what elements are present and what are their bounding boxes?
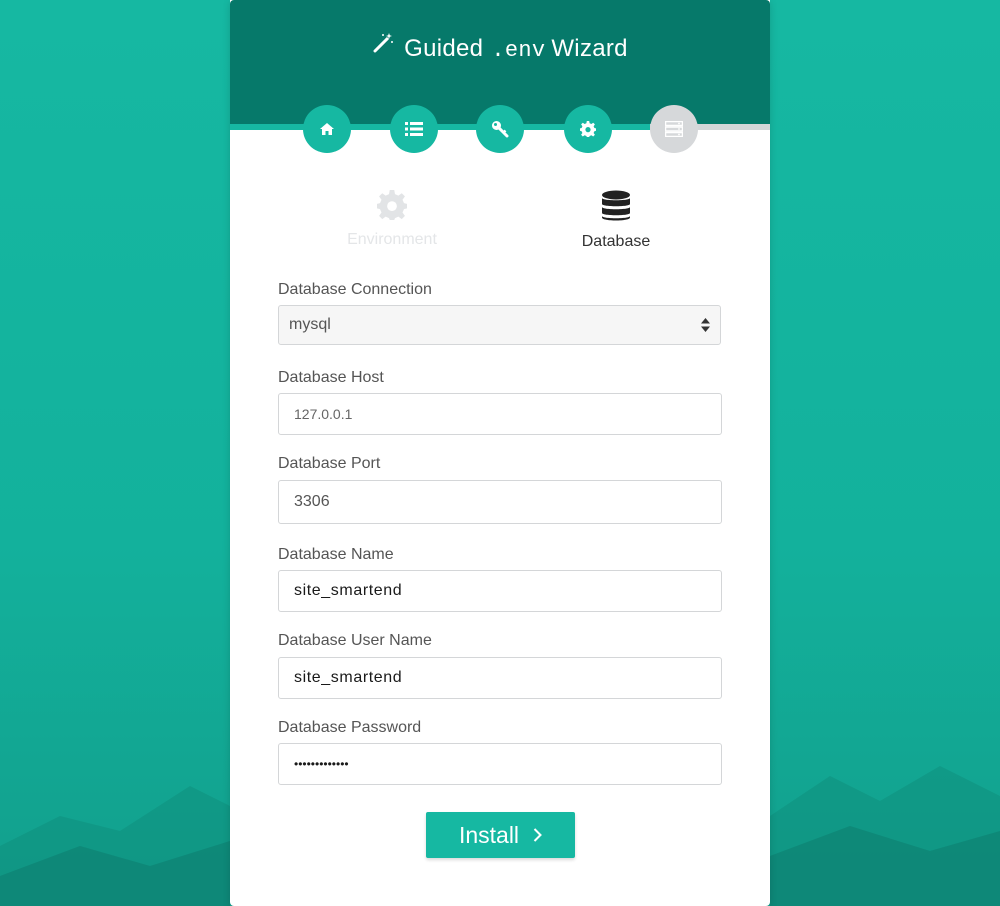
select-arrows-icon	[701, 318, 710, 332]
database-host-value: 127.0.0.1	[294, 406, 353, 422]
title-wizard: Wizard	[551, 35, 628, 62]
database-password-value: •••••••••••••	[294, 757, 349, 771]
label-database-password: Database Password	[278, 719, 422, 736]
step-home[interactable]	[303, 105, 351, 153]
database-name-input[interactable]: site_smartend	[278, 570, 722, 612]
label-database-connection: Database Connection	[278, 281, 432, 298]
key-icon	[492, 121, 509, 138]
database-port-value: 3306	[294, 493, 330, 510]
home-icon	[320, 123, 334, 135]
label-database-host: Database Host	[278, 369, 384, 386]
database-username-input[interactable]: site_smartend	[278, 657, 722, 699]
list-icon	[405, 122, 423, 136]
title-env: .env	[491, 38, 546, 63]
gear-icon	[580, 121, 596, 137]
tab-database-label: Database	[581, 233, 651, 250]
database-username-value: site_smartend	[294, 669, 403, 686]
tab-environment[interactable]: Environment	[302, 190, 482, 249]
step-permissions[interactable]	[476, 105, 524, 153]
gear-icon	[377, 190, 407, 220]
tab-database[interactable]: Database	[526, 190, 706, 251]
database-host-input[interactable]: 127.0.0.1	[278, 393, 722, 435]
database-connection-select[interactable]: mysql	[278, 305, 721, 345]
label-database-username: Database User Name	[278, 632, 432, 649]
database-icon	[602, 190, 630, 221]
server-icon	[665, 121, 683, 137]
install-button[interactable]: Install	[426, 812, 575, 858]
label-database-name: Database Name	[278, 546, 394, 563]
database-port-input[interactable]: 3306	[278, 480, 722, 524]
wizard-card: Guided .env Wizard Environment Database …	[230, 0, 770, 906]
database-name-value: site_smartend	[294, 582, 403, 599]
step-database[interactable]	[650, 105, 698, 153]
magic-wand-icon	[372, 30, 394, 64]
database-password-input[interactable]: •••••••••••••	[278, 743, 722, 785]
database-connection-value: mysql	[289, 316, 331, 333]
chevron-right-icon	[533, 828, 542, 842]
sub-tabs: Environment Database	[230, 190, 770, 260]
title-guided: Guided	[404, 35, 484, 62]
step-requirements[interactable]	[390, 105, 438, 153]
tab-environment-label: Environment	[347, 231, 437, 248]
step-environment[interactable]	[564, 105, 612, 153]
label-database-port: Database Port	[278, 455, 381, 472]
install-button-label: Install	[458, 821, 520, 848]
wizard-title: Guided .env Wizard	[230, 32, 770, 68]
